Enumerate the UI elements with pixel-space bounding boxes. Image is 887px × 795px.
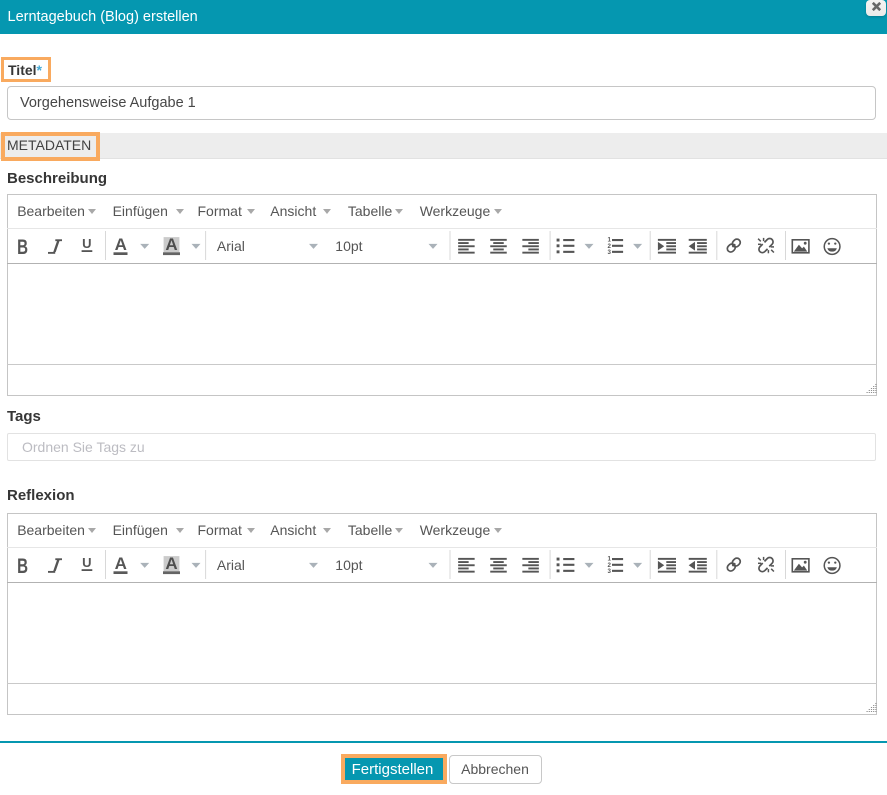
svg-text:U: U <box>82 236 91 251</box>
svg-text:A: A <box>115 554 127 573</box>
svg-text:A: A <box>165 235 177 254</box>
svg-text:A: A <box>115 235 127 254</box>
svg-text:B: B <box>17 553 28 577</box>
svg-text:Arial: Arial <box>217 238 245 254</box>
svg-text:3: 3 <box>607 568 611 575</box>
svg-text:A: A <box>165 554 177 573</box>
svg-text:10pt: 10pt <box>335 238 362 254</box>
svg-text:10pt: 10pt <box>335 557 362 573</box>
svg-text:U: U <box>82 555 91 570</box>
svg-text:3: 3 <box>607 249 611 256</box>
svg-text:B: B <box>17 234 28 258</box>
svg-text:Arial: Arial <box>217 557 245 573</box>
